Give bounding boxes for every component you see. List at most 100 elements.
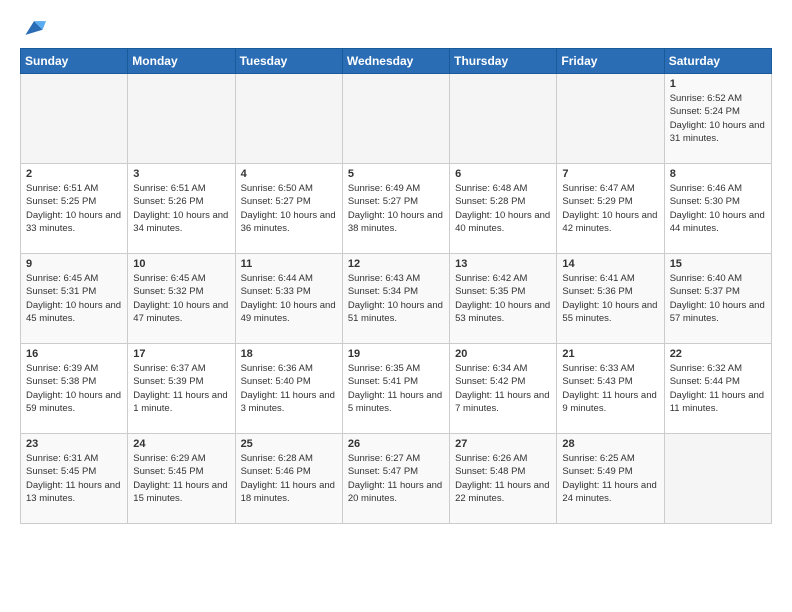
day-info: Sunrise: 6:51 AM Sunset: 5:26 PM Dayligh… (133, 182, 229, 235)
day-cell (128, 74, 235, 164)
day-number: 8 (670, 168, 766, 180)
day-info: Sunrise: 6:28 AM Sunset: 5:46 PM Dayligh… (241, 452, 337, 505)
day-cell: 28Sunrise: 6:25 AM Sunset: 5:49 PM Dayli… (557, 434, 664, 524)
week-row-2: 2 Sunrise: 6:51 AM Sunset: 5:25 PM Daylig… (21, 164, 772, 254)
day-cell (664, 434, 771, 524)
day-cell: 1 Sunrise: 6:52 AM Sunset: 5:24 PM Daylig… (664, 74, 771, 164)
day-cell: 20 Sunrise: 6:34 AM Sunset: 5:42 PM Dayli… (450, 344, 557, 434)
day-cell: 12 Sunrise: 6:43 AM Sunset: 5:34 PM Dayli… (342, 254, 449, 344)
day-number: 2 (26, 168, 122, 180)
day-info: Sunrise: 6:52 AM Sunset: 5:24 PM Dayligh… (670, 92, 766, 145)
calendar-page: SundayMondayTuesdayWednesdayThursdayFrid… (0, 0, 792, 534)
day-number: 20 (455, 348, 551, 360)
day-cell: 17Sunrise: 6:37 AM Sunset: 5:39 PM Dayli… (128, 344, 235, 434)
day-cell: 15 Sunrise: 6:40 AM Sunset: 5:37 PM Dayli… (664, 254, 771, 344)
weekday-thursday: Thursday (450, 49, 557, 74)
day-cell: 10 Sunrise: 6:45 AM Sunset: 5:32 PM Dayli… (128, 254, 235, 344)
day-cell: 22 Sunrise: 6:32 AM Sunset: 5:44 PM Dayli… (664, 344, 771, 434)
day-number: 19 (348, 348, 444, 360)
day-number: 3 (133, 168, 229, 180)
day-number: 25 (241, 438, 337, 450)
day-cell: 3 Sunrise: 6:51 AM Sunset: 5:26 PM Daylig… (128, 164, 235, 254)
day-number: 16 (26, 348, 122, 360)
day-cell: 21 Sunrise: 6:33 AM Sunset: 5:43 PM Dayli… (557, 344, 664, 434)
day-info: Sunrise: 6:49 AM Sunset: 5:27 PM Dayligh… (348, 182, 444, 235)
day-info: Sunrise: 6:45 AM Sunset: 5:31 PM Dayligh… (26, 272, 122, 325)
day-info: Sunrise: 6:43 AM Sunset: 5:34 PM Dayligh… (348, 272, 444, 325)
day-info: Sunrise: 6:42 AM Sunset: 5:35 PM Dayligh… (455, 272, 551, 325)
day-cell: 19 Sunrise: 6:35 AM Sunset: 5:41 PM Dayli… (342, 344, 449, 434)
day-number: 22 (670, 348, 766, 360)
day-info: Sunrise: 6:33 AM Sunset: 5:43 PM Dayligh… (562, 362, 658, 415)
day-info: Sunrise: 6:46 AM Sunset: 5:30 PM Dayligh… (670, 182, 766, 235)
day-info: Sunrise: 6:44 AM Sunset: 5:33 PM Dayligh… (241, 272, 337, 325)
day-number: 7 (562, 168, 658, 180)
day-cell (342, 74, 449, 164)
day-cell: 16 Sunrise: 6:39 AM Sunset: 5:38 PM Dayli… (21, 344, 128, 434)
weekday-saturday: Saturday (664, 49, 771, 74)
day-cell (235, 74, 342, 164)
day-info: Sunrise: 6:27 AM Sunset: 5:47 PM Dayligh… (348, 452, 444, 505)
weekday-wednesday: Wednesday (342, 49, 449, 74)
day-info: Sunrise: 6:34 AM Sunset: 5:42 PM Dayligh… (455, 362, 551, 415)
day-number: 6 (455, 168, 551, 180)
day-cell: 13 Sunrise: 6:42 AM Sunset: 5:35 PM Dayli… (450, 254, 557, 344)
day-info: Sunrise: 6:35 AM Sunset: 5:41 PM Dayligh… (348, 362, 444, 415)
day-cell: 4Sunrise: 6:50 AM Sunset: 5:27 PM Daylig… (235, 164, 342, 254)
day-number: 24 (133, 438, 229, 450)
day-number: 12 (348, 258, 444, 270)
day-number: 4 (241, 168, 337, 180)
day-info: Sunrise: 6:32 AM Sunset: 5:44 PM Dayligh… (670, 362, 766, 415)
day-cell: 14 Sunrise: 6:41 AM Sunset: 5:36 PM Dayli… (557, 254, 664, 344)
day-number: 13 (455, 258, 551, 270)
day-info: Sunrise: 6:31 AM Sunset: 5:45 PM Dayligh… (26, 452, 122, 505)
day-cell: 7 Sunrise: 6:47 AM Sunset: 5:29 PM Daylig… (557, 164, 664, 254)
logo (20, 16, 46, 38)
day-info: Sunrise: 6:26 AM Sunset: 5:48 PM Dayligh… (455, 452, 551, 505)
day-number: 14 (562, 258, 658, 270)
weekday-friday: Friday (557, 49, 664, 74)
day-cell: 6 Sunrise: 6:48 AM Sunset: 5:28 PM Daylig… (450, 164, 557, 254)
day-number: 11 (241, 258, 337, 270)
day-number: 26 (348, 438, 444, 450)
day-number: 1 (670, 78, 766, 90)
day-cell: 26 Sunrise: 6:27 AM Sunset: 5:47 PM Dayli… (342, 434, 449, 524)
day-info: Sunrise: 6:47 AM Sunset: 5:29 PM Dayligh… (562, 182, 658, 235)
day-number: 23 (26, 438, 122, 450)
day-info: Sunrise: 6:48 AM Sunset: 5:28 PM Dayligh… (455, 182, 551, 235)
day-info: Sunrise: 6:37 AM Sunset: 5:39 PM Dayligh… (133, 362, 229, 415)
calendar-table: SundayMondayTuesdayWednesdayThursdayFrid… (20, 48, 772, 524)
day-cell: 23 Sunrise: 6:31 AM Sunset: 5:45 PM Dayli… (21, 434, 128, 524)
day-info: Sunrise: 6:39 AM Sunset: 5:38 PM Dayligh… (26, 362, 122, 415)
day-info: Sunrise: 6:41 AM Sunset: 5:36 PM Dayligh… (562, 272, 658, 325)
day-cell: 5Sunrise: 6:49 AM Sunset: 5:27 PM Daylig… (342, 164, 449, 254)
weekday-header-row: SundayMondayTuesdayWednesdayThursdayFrid… (21, 49, 772, 74)
day-info: Sunrise: 6:51 AM Sunset: 5:25 PM Dayligh… (26, 182, 122, 235)
day-number: 21 (562, 348, 658, 360)
day-info: Sunrise: 6:40 AM Sunset: 5:37 PM Dayligh… (670, 272, 766, 325)
header (20, 16, 772, 38)
day-cell: 2 Sunrise: 6:51 AM Sunset: 5:25 PM Daylig… (21, 164, 128, 254)
weekday-sunday: Sunday (21, 49, 128, 74)
day-info: Sunrise: 6:36 AM Sunset: 5:40 PM Dayligh… (241, 362, 337, 415)
day-cell (450, 74, 557, 164)
weekday-monday: Monday (128, 49, 235, 74)
week-row-5: 23 Sunrise: 6:31 AM Sunset: 5:45 PM Dayli… (21, 434, 772, 524)
day-cell: 18Sunrise: 6:36 AM Sunset: 5:40 PM Dayli… (235, 344, 342, 434)
day-cell: 27 Sunrise: 6:26 AM Sunset: 5:48 PM Dayli… (450, 434, 557, 524)
day-cell: 9Sunrise: 6:45 AM Sunset: 5:31 PM Daylig… (21, 254, 128, 344)
day-number: 28 (562, 438, 658, 450)
day-number: 15 (670, 258, 766, 270)
day-cell: 11 Sunrise: 6:44 AM Sunset: 5:33 PM Dayli… (235, 254, 342, 344)
day-info: Sunrise: 6:29 AM Sunset: 5:45 PM Dayligh… (133, 452, 229, 505)
day-number: 27 (455, 438, 551, 450)
day-cell: 25 Sunrise: 6:28 AM Sunset: 5:46 PM Dayli… (235, 434, 342, 524)
day-cell: 24 Sunrise: 6:29 AM Sunset: 5:45 PM Dayli… (128, 434, 235, 524)
day-info: Sunrise: 6:45 AM Sunset: 5:32 PM Dayligh… (133, 272, 229, 325)
week-row-4: 16 Sunrise: 6:39 AM Sunset: 5:38 PM Dayli… (21, 344, 772, 434)
day-number: 10 (133, 258, 229, 270)
week-row-3: 9Sunrise: 6:45 AM Sunset: 5:31 PM Daylig… (21, 254, 772, 344)
week-row-1: 1 Sunrise: 6:52 AM Sunset: 5:24 PM Daylig… (21, 74, 772, 164)
calendar-body: 1 Sunrise: 6:52 AM Sunset: 5:24 PM Daylig… (21, 74, 772, 524)
logo-icon (22, 16, 46, 40)
